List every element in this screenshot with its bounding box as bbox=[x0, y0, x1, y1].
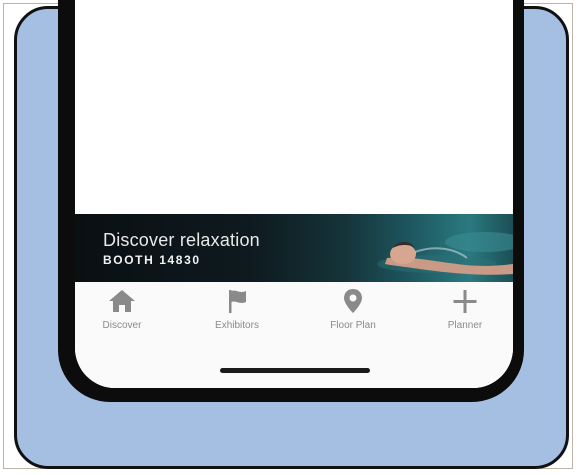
bottom-tab-bar: Discover Exhibitors Floor Plan Planner bbox=[75, 282, 513, 388]
tab-planner[interactable]: Planner bbox=[420, 288, 510, 348]
plus-icon bbox=[453, 290, 477, 313]
tab-label-floor-plan: Floor Plan bbox=[330, 320, 376, 331]
ad-banner[interactable]: Discover relaxation BOOTH 14830 bbox=[75, 214, 513, 282]
banner-booth: BOOTH 14830 bbox=[103, 253, 201, 267]
tab-label-planner: Planner bbox=[447, 320, 483, 331]
content-area bbox=[75, 0, 513, 214]
tab-label-exhibitors: Exhibitors bbox=[215, 320, 259, 331]
tab-discover[interactable]: Discover bbox=[77, 288, 167, 348]
banner-image bbox=[377, 232, 513, 275]
tab-exhibitors[interactable]: Exhibitors bbox=[192, 288, 282, 348]
tab-floor-plan[interactable]: Floor Plan bbox=[308, 288, 398, 348]
home-indicator[interactable] bbox=[220, 368, 370, 373]
home-icon bbox=[109, 290, 135, 312]
phone-screen: Discover relaxation BOOTH 14830 Discover… bbox=[75, 0, 513, 388]
flag-icon bbox=[229, 290, 246, 313]
tab-label-discover: Discover bbox=[102, 320, 142, 331]
map-pin-icon bbox=[344, 289, 362, 313]
banner-title: Discover relaxation bbox=[103, 230, 260, 250]
